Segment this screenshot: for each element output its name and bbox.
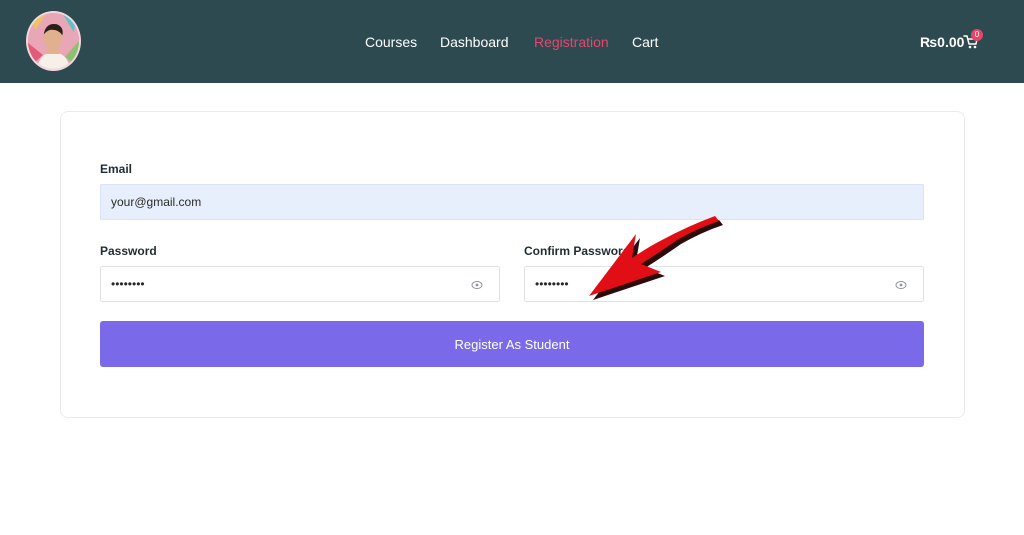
eye-icon[interactable] <box>471 279 483 291</box>
registration-form-card <box>60 111 965 418</box>
nav-registration-link[interactable]: Registration <box>534 32 609 52</box>
nav-dashboard-link[interactable]: Dashboard <box>440 32 509 52</box>
email-label: Email <box>100 162 133 176</box>
password-field[interactable] <box>100 266 500 302</box>
main-navigation: Courses Dashboard Registration Cart <box>0 32 1024 52</box>
confirm-password-label: Confirm Password <box>524 244 631 258</box>
register-as-student-button[interactable]: Register As Student <box>100 321 924 367</box>
eye-icon[interactable] <box>895 279 907 291</box>
nav-cart-link[interactable]: Cart <box>632 32 658 52</box>
confirm-password-field[interactable] <box>524 266 924 302</box>
top-navigation-bar: Courses Dashboard Registration Cart ₨0.0… <box>0 0 1024 83</box>
cart-total[interactable]: ₨0.00 <box>920 32 964 52</box>
email-field[interactable] <box>100 184 924 220</box>
password-label: Password <box>100 244 157 258</box>
nav-courses-link[interactable]: Courses <box>365 32 417 52</box>
cart-count-badge: 0 <box>971 29 983 41</box>
